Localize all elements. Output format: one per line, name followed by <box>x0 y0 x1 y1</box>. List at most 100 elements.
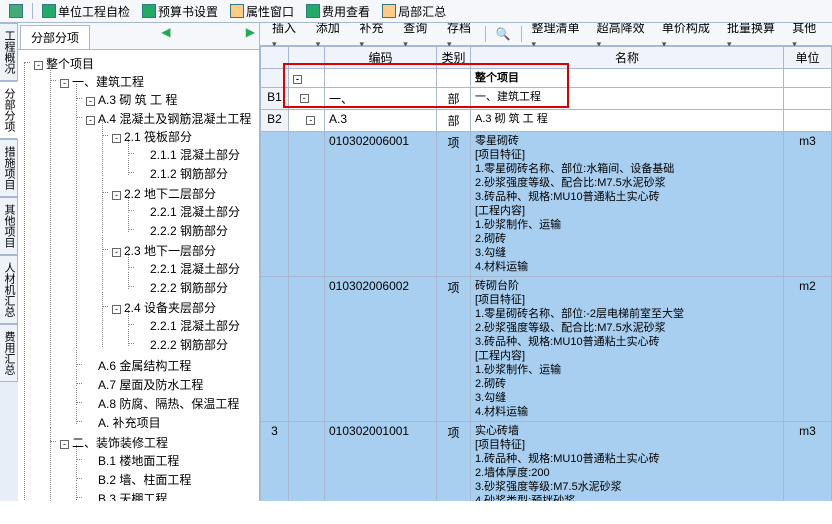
cell-type[interactable] <box>437 69 471 88</box>
tree-label[interactable]: 2.2.2 钢筋部分 <box>150 281 228 295</box>
tree-node[interactable]: B.3 天棚工程 <box>74 489 255 501</box>
expand-toggle-icon[interactable]: - <box>293 75 302 84</box>
tree-node[interactable]: -整个项目-一、建筑工程-A.3 砌 筑 工 程-A.4 混凝土及钢筋混凝土工程… <box>22 54 255 501</box>
cell-code[interactable]: 010302006002 <box>325 277 437 422</box>
cell-name[interactable]: 砖砌台阶 [项目特征] 1.零星砌砖名称、部位:-2层电梯前室至大堂 2.砂浆强… <box>471 277 784 422</box>
cell-unit[interactable]: m2 <box>784 277 832 422</box>
tree-label[interactable]: 2.2 地下二层部分 <box>124 187 216 201</box>
tree-node[interactable]: 2.2.1 混凝土部分 <box>126 259 255 278</box>
cell-code[interactable]: 010302001001 <box>325 422 437 502</box>
tree-label[interactable]: 2.2.1 混凝土部分 <box>150 205 240 219</box>
col-rowhead[interactable] <box>261 47 289 69</box>
tree-label[interactable]: 2.4 设备夹层部分 <box>124 301 216 315</box>
tree-label[interactable]: A.4 混凝土及钢筋混凝土工程 <box>98 112 251 126</box>
tree-node[interactable]: 2.2.2 钢筋部分 <box>126 278 255 297</box>
cell-unit[interactable] <box>784 110 832 132</box>
tree-node[interactable]: 2.2.2 钢筋部分 <box>126 335 255 354</box>
tree-nav-left[interactable]: ◀ <box>157 23 174 49</box>
grid-row[interactable]: 010302006001项零星砌砖 [项目特征] 1.零星砌砖名称、部位:水箱间… <box>261 132 832 277</box>
tree-label[interactable]: A.7 屋面及防水工程 <box>98 378 203 392</box>
menu-find[interactable]: 🔍 <box>488 24 519 44</box>
tree-node[interactable]: -2.4 设备夹层部分2.2.1 混凝土部分2.2.2 钢筋部分 <box>100 298 255 355</box>
row-header[interactable]: 3 <box>261 422 289 502</box>
toggle-icon[interactable]: - <box>112 191 121 200</box>
grid-row[interactable]: 3010302001001项实心砖墙 [项目特征] 1.砖品种、规格:MU10普… <box>261 422 832 502</box>
side-tab-2[interactable]: 措施项目 <box>0 139 18 197</box>
cell-unit[interactable] <box>784 88 832 110</box>
tree-nav-right[interactable]: ▶ <box>242 23 259 49</box>
cell-expand[interactable]: - <box>289 88 325 110</box>
cell-code[interactable] <box>325 69 437 88</box>
cell-type[interactable]: 项 <box>437 422 471 502</box>
local-summary[interactable]: 局部汇总 <box>377 0 451 23</box>
tree-tab[interactable]: 分部分项 <box>20 25 90 49</box>
tree-label[interactable]: A. 补充项目 <box>98 416 161 430</box>
cell-unit[interactable]: m3 <box>784 132 832 277</box>
tree-node[interactable]: -A.4 混凝土及钢筋混凝土工程-2.1 筏板部分2.1.1 混凝土部分2.1.… <box>74 109 255 356</box>
tree-node[interactable]: -一、建筑工程-A.3 砌 筑 工 程-A.4 混凝土及钢筋混凝土工程-2.1 … <box>48 72 255 433</box>
cell-type[interactable]: 部 <box>437 110 471 132</box>
cell-code[interactable]: 一、 <box>325 88 437 110</box>
toggle-icon[interactable]: - <box>112 134 121 143</box>
cell-type[interactable]: 部 <box>437 88 471 110</box>
cell-expand[interactable] <box>289 277 325 422</box>
unit-project-check[interactable]: 单位工程自检 <box>37 0 135 23</box>
cell-type[interactable]: 项 <box>437 277 471 422</box>
cell-expand[interactable] <box>289 132 325 277</box>
cell-code[interactable]: A.3 <box>325 110 437 132</box>
tree-node[interactable]: B.2 墙、柱面工程 <box>74 470 255 489</box>
tree-node[interactable]: -2.2 地下二层部分 2.2.1 混凝土部分 2.2.2 钢筋部分 <box>100 184 255 241</box>
col-code[interactable]: 编码 <box>325 47 437 69</box>
tree-node[interactable]: 2.1.1 混凝土部分 <box>126 145 255 164</box>
cell-name[interactable]: 整个项目 <box>471 69 784 88</box>
tree-label[interactable]: 2.1 筏板部分 <box>124 130 192 144</box>
row-header[interactable] <box>261 277 289 422</box>
toggle-icon[interactable]: - <box>86 116 95 125</box>
budget-settings[interactable]: 预算书设置 <box>137 0 223 23</box>
tree-node[interactable]: -2.3 地下一层部分2.2.1 混凝土部分2.2.2 钢筋部分 <box>100 241 255 298</box>
tree-label[interactable]: 一、建筑工程 <box>72 75 144 89</box>
tree-node[interactable]: -2.1 筏板部分 2.1.1 混凝土部分 2.1.2 钢筋部分 <box>100 127 255 184</box>
cell-name[interactable]: 零星砌砖 [项目特征] 1.零星砌砖名称、部位:水箱间、设备基础 2.砂浆强度等… <box>471 132 784 277</box>
row-header[interactable] <box>261 132 289 277</box>
grid-row[interactable]: B1 -一、部一、建筑工程 <box>261 88 832 110</box>
tree-node[interactable]: A.7 屋面及防水工程 <box>74 375 255 394</box>
tree-node[interactable]: -二、装饰装修工程B.1 楼地面工程B.2 墙、柱面工程B.3 天棚工程B.4 … <box>48 433 255 501</box>
project-tree[interactable]: -整个项目-一、建筑工程-A.3 砌 筑 工 程-A.4 混凝土及钢筋混凝土工程… <box>18 50 259 501</box>
cell-name[interactable]: A.3 砌 筑 工 程 <box>471 110 784 132</box>
side-tab-0[interactable]: 工程概况 <box>0 23 18 81</box>
toggle-icon[interactable]: - <box>86 97 95 106</box>
tree-label[interactable]: 2.2.2 钢筋部分 <box>150 224 228 238</box>
col-name[interactable]: 名称 <box>471 47 784 69</box>
col-type[interactable]: 类别 <box>437 47 471 69</box>
tree-label[interactable]: 2.1.2 钢筋部分 <box>150 167 228 181</box>
side-tab-4[interactable]: 人材机汇总 <box>0 255 18 324</box>
cell-expand[interactable]: - <box>289 110 325 132</box>
row-header[interactable]: B1 <box>261 88 289 110</box>
cell-expand[interactable]: - <box>289 69 325 88</box>
tree-label[interactable]: A.3 砌 筑 工 程 <box>98 93 177 107</box>
tree-label[interactable]: B.2 墙、柱面工程 <box>98 473 191 487</box>
grid-row[interactable]: B2 -A.3部A.3 砌 筑 工 程 <box>261 110 832 132</box>
tree-node[interactable]: A.6 金属结构工程 <box>74 356 255 375</box>
grid[interactable]: 编码 类别 名称 单位 -整个项目B1 -一、部一、建筑工程B2 -A.3部A.… <box>260 46 832 501</box>
cell-unit[interactable]: m3 <box>784 422 832 502</box>
cell-type[interactable]: 项 <box>437 132 471 277</box>
col-expand[interactable] <box>289 47 325 69</box>
tree-node[interactable]: B.1 楼地面工程 <box>74 451 255 470</box>
cell-unit[interactable] <box>784 69 832 88</box>
tree-node[interactable]: 2.2.1 混凝土部分 <box>126 316 255 335</box>
col-unit[interactable]: 单位 <box>784 47 832 69</box>
fee-view[interactable]: 费用查看 <box>301 0 375 23</box>
toggle-icon[interactable]: - <box>60 440 69 449</box>
grid-row[interactable]: 010302006002项砖砌台阶 [项目特征] 1.零星砌砖名称、部位:-2层… <box>261 277 832 422</box>
tree-label[interactable]: 2.2.1 混凝土部分 <box>150 319 240 333</box>
toggle-icon[interactable]: - <box>112 248 121 257</box>
side-tab-5[interactable]: 费用汇总 <box>0 324 18 382</box>
tree-label[interactable]: B.3 天棚工程 <box>98 492 167 501</box>
toggle-icon[interactable]: - <box>34 61 43 70</box>
tree-label[interactable]: 二、装饰装修工程 <box>72 436 168 450</box>
tree-label[interactable]: 2.2.2 钢筋部分 <box>150 338 228 352</box>
tree-label[interactable]: 2.1.1 混凝土部分 <box>150 148 240 162</box>
row-header[interactable]: B2 <box>261 110 289 132</box>
